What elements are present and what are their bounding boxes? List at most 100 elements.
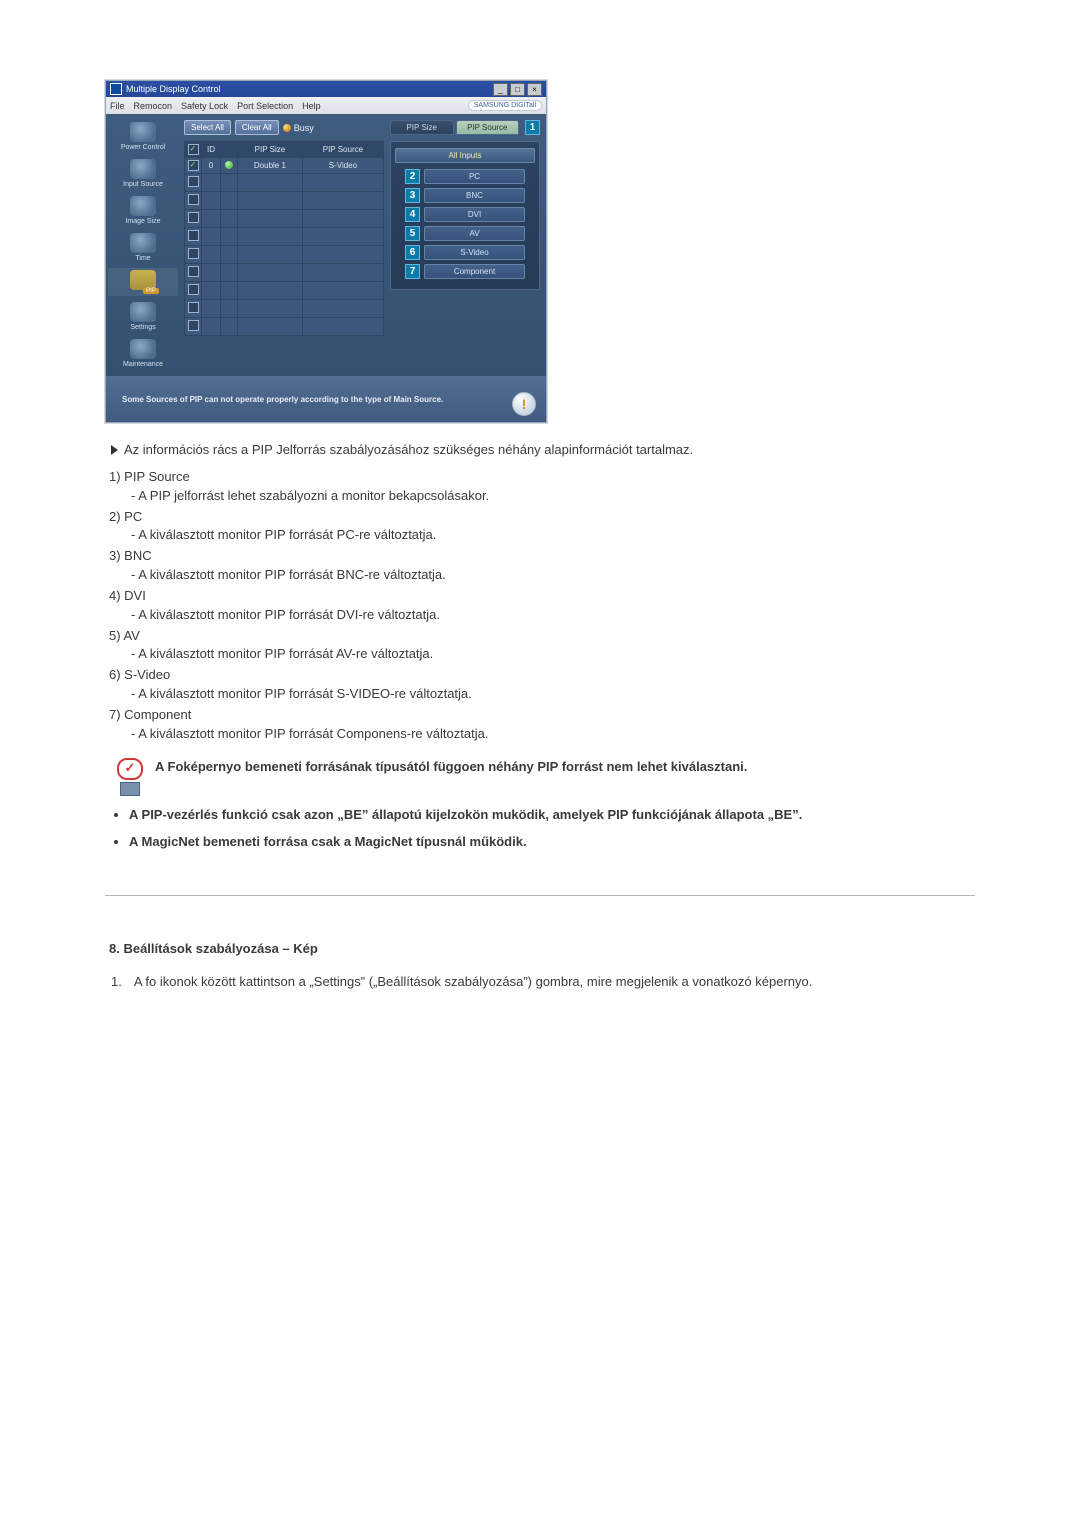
section-8-title: 8. Beállítások szabályozása – Kép	[109, 940, 975, 959]
maintenance-icon	[130, 339, 156, 359]
busy-dot-icon	[283, 124, 291, 132]
close-button[interactable]: ×	[527, 83, 542, 96]
clear-all-button[interactable]: Clear All	[235, 120, 279, 135]
section-8-number: 1.	[111, 973, 122, 992]
header-checkbox[interactable]	[188, 144, 199, 155]
callout-6: 6	[405, 245, 420, 260]
col-check[interactable]	[185, 142, 202, 158]
sidebar-item-time[interactable]: Time	[108, 231, 178, 264]
footer-warning: Some Sources of PIP can not operate prop…	[106, 376, 546, 422]
menu-port-selection[interactable]: Port Selection	[237, 101, 293, 111]
section-8-body: A fo ikonok között kattintson a „Setting…	[134, 973, 813, 992]
image-size-icon	[130, 196, 156, 216]
source-svideo-button[interactable]: S-Video	[424, 245, 525, 260]
sidebar-item-power[interactable]: Power Control	[108, 120, 178, 153]
maximize-button[interactable]: □	[510, 83, 525, 96]
warning-icon: !	[512, 392, 536, 416]
cell-pip-source: S-Video	[302, 158, 383, 174]
col-pip-size: PIP Size	[238, 142, 303, 158]
table-row[interactable]	[185, 246, 384, 264]
app-window: Multiple Display Control _ □ × File Remo…	[105, 80, 547, 423]
cell-pip-size: Double 1	[238, 158, 303, 174]
item-7-title: 7) Component	[109, 707, 191, 722]
item-1-sub: - A PIP jelforrást lehet szabályozni a m…	[131, 487, 975, 506]
minimize-button[interactable]: _	[493, 83, 508, 96]
table-row[interactable]	[185, 228, 384, 246]
section-divider	[105, 895, 975, 896]
source-bnc-button[interactable]: BNC	[424, 188, 525, 203]
item-4-title: 4) DVI	[109, 588, 146, 603]
bullet-2: A MagicNet bemeneti forrása csak a Magic…	[129, 834, 527, 849]
source-dvi-button[interactable]: DVI	[424, 207, 525, 222]
note-text: A Foképernyo bemeneti forrásának típusát…	[155, 758, 747, 796]
power-icon	[130, 122, 156, 142]
callout-7: 7	[405, 264, 420, 279]
row-checkbox[interactable]	[188, 266, 199, 277]
sidebar-item-pip[interactable]: PIP	[108, 268, 178, 296]
app-logo-icon	[110, 83, 122, 95]
note-icon: ✓	[115, 758, 145, 796]
callout-3: 3	[405, 188, 420, 203]
bullet-1: A PIP-vezérlés funkció csak azon „BE” ál…	[129, 807, 802, 822]
source-pc-button[interactable]: PC	[424, 169, 525, 184]
settings-icon	[130, 302, 156, 322]
tab-pip-size[interactable]: PIP Size	[390, 120, 454, 135]
table-row[interactable]	[185, 264, 384, 282]
menu-file[interactable]: File	[110, 101, 125, 111]
callout-2: 2	[405, 169, 420, 184]
item-6-sub: - A kiválasztott monitor PIP forrását S-…	[131, 685, 975, 704]
row-checkbox[interactable]	[188, 302, 199, 313]
table-row[interactable]	[185, 300, 384, 318]
table-row[interactable]	[185, 174, 384, 192]
callout-5: 5	[405, 226, 420, 241]
table-row[interactable]: 0 Double 1 S-Video	[185, 158, 384, 174]
sidebar-item-label: Power Control	[121, 144, 165, 151]
input-icon	[130, 159, 156, 179]
sidebar-item-label: Time	[135, 255, 150, 262]
row-checkbox[interactable]	[188, 194, 199, 205]
row-checkbox[interactable]	[188, 212, 199, 223]
check-icon: ✓	[117, 758, 143, 780]
row-checkbox[interactable]	[188, 320, 199, 331]
item-1-title: 1) PIP Source	[109, 469, 190, 484]
menu-help[interactable]: Help	[302, 101, 321, 111]
item-5-sub: - A kiválasztott monitor PIP forrását AV…	[131, 645, 975, 664]
menu-safety-lock[interactable]: Safety Lock	[181, 101, 228, 111]
sidebar-item-input[interactable]: Input Source	[108, 157, 178, 190]
callout-1: 1	[525, 120, 540, 135]
row-checkbox[interactable]	[188, 160, 199, 171]
item-2-title: 2) PC	[109, 509, 142, 524]
cell-id: 0	[202, 158, 221, 174]
source-component-button[interactable]: Component	[424, 264, 525, 279]
select-all-button[interactable]: Select All	[184, 120, 231, 135]
busy-label: Busy	[294, 123, 314, 133]
sidebar-item-label: Input Source	[123, 181, 163, 188]
item-7-sub: - A kiválasztott monitor PIP forrását Co…	[131, 725, 975, 744]
source-av-button[interactable]: AV	[424, 226, 525, 241]
status-led-icon	[225, 161, 233, 169]
brand-label: SAMSUNG DIGITall	[468, 100, 542, 111]
sidebar-item-label: Settings	[130, 324, 155, 331]
sidebar-item-image-size[interactable]: Image Size	[108, 194, 178, 227]
row-checkbox[interactable]	[188, 230, 199, 241]
row-checkbox[interactable]	[188, 284, 199, 295]
table-row[interactable]	[185, 192, 384, 210]
table-row[interactable]	[185, 318, 384, 336]
callout-4: 4	[405, 207, 420, 222]
row-checkbox[interactable]	[188, 176, 199, 187]
sidebar-item-maintenance[interactable]: Maintenance	[108, 337, 178, 370]
item-5-title: 5) AV	[109, 628, 140, 643]
tab-label: PIP Source	[467, 123, 507, 132]
time-icon	[130, 233, 156, 253]
sidebar-item-settings[interactable]: Settings	[108, 300, 178, 333]
pip-badge: PIP	[143, 288, 159, 294]
arrow-right-icon	[111, 445, 118, 455]
tab-pip-source[interactable]: PIP Source	[456, 120, 520, 135]
row-checkbox[interactable]	[188, 248, 199, 259]
footer-warning-text: Some Sources of PIP can not operate prop…	[122, 395, 443, 404]
table-row[interactable]	[185, 210, 384, 228]
all-inputs-header: All Inputs	[395, 148, 535, 163]
menu-remocon[interactable]: Remocon	[134, 101, 173, 111]
item-2-sub: - A kiválasztott monitor PIP forrását PC…	[131, 526, 975, 545]
table-row[interactable]	[185, 282, 384, 300]
